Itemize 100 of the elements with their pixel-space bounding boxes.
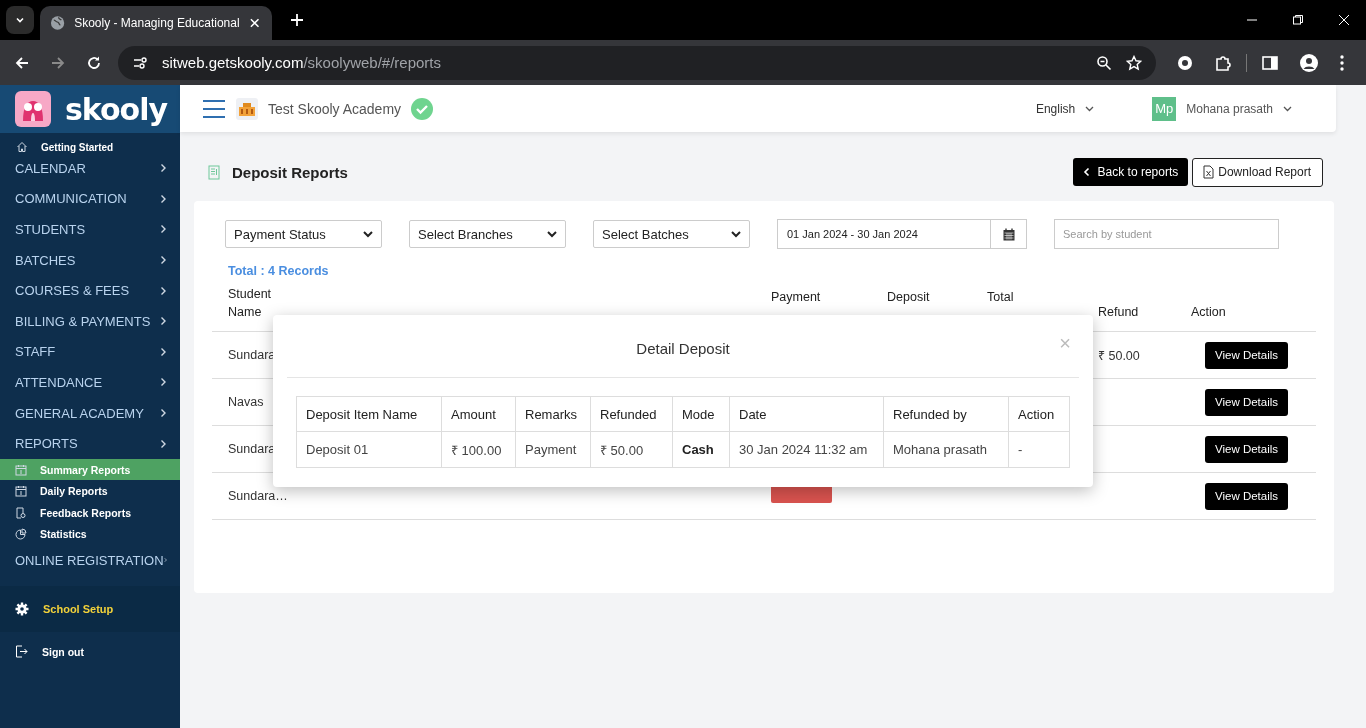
sidebar-menu-item[interactable]: STAFF [0, 336, 180, 368]
view-details-button[interactable]: View Details [1205, 435, 1289, 463]
address-bar[interactable]: sitweb.getskooly.com/skoolyweb/#/reports [118, 45, 1156, 80]
table-cell: Navas [228, 395, 264, 409]
sidebar-item[interactable]: Getting Started [0, 133, 180, 153]
column-header: Action [1008, 396, 1070, 432]
table-cell-text: ₹ 50.00 [1098, 347, 1140, 364]
side-panel-icon[interactable] [1261, 53, 1279, 72]
table-cell: Mohana prasath [883, 431, 1009, 468]
chevron-right-icon [160, 193, 167, 204]
table-cell: Cash [672, 431, 730, 468]
browser-tab[interactable]: Skooly - Managing Educational [40, 6, 272, 40]
puzzle-icon[interactable] [1214, 53, 1232, 72]
user-menu[interactable]: Mp Mohana prasath [1152, 96, 1292, 121]
column-header: Total [987, 289, 1014, 306]
close-icon[interactable] [248, 17, 260, 29]
zoom-icon[interactable] [1096, 54, 1112, 71]
view-details-button[interactable]: View Details [1205, 482, 1289, 510]
sidebar-menu-item[interactable]: COMMUNICATION [0, 183, 180, 215]
sidebar-menu-item[interactable]: ONLINE REGISTRATION [0, 544, 180, 576]
chevron-right-icon [160, 438, 167, 449]
profile-icon[interactable] [1299, 52, 1319, 73]
search-field[interactable]: Search by student [1054, 219, 1279, 249]
tab-list-button[interactable] [6, 6, 34, 34]
sidebar-menu-item[interactable]: COURSES & FEES [0, 275, 180, 306]
view-details-button[interactable]: View Details [1205, 341, 1289, 369]
calendar-button[interactable] [991, 219, 1027, 249]
site-settings-icon[interactable] [132, 54, 148, 71]
school-setup-item[interactable]: School Setup [0, 585, 180, 632]
column-header: Refund [1098, 304, 1139, 321]
document-search-icon [15, 506, 27, 519]
pie-chart-icon [15, 528, 27, 541]
download-report-button[interactable]: Download Report [1192, 157, 1323, 187]
owl-logo-icon [15, 91, 51, 127]
chevron-right-icon [160, 285, 167, 296]
tab-title: Skooly - Managing Educational [74, 16, 240, 30]
sidebar-menu-item[interactable]: BILLING & PAYMENTS [0, 305, 180, 337]
column-header: Refunded by [883, 396, 1009, 432]
total-records: Total : 4 Records [227, 263, 330, 280]
column-header: Student Name [228, 286, 272, 321]
globe-icon [50, 15, 66, 31]
column-header: Remarks [515, 396, 591, 432]
spreadsheet-file-icon [1203, 165, 1215, 179]
date-range-field[interactable]: 01 Jan 2024 - 30 Jan 2024 [777, 219, 991, 249]
chevron-right-icon [160, 377, 167, 388]
filter-dropdown[interactable]: Select Branches [409, 220, 566, 248]
filter-dropdown[interactable]: Select Batches [593, 220, 750, 248]
calendar-icon [15, 485, 27, 498]
sign-out-item[interactable]: Sign out [0, 631, 180, 672]
table-cell: ₹ 100.00 [441, 431, 516, 468]
menu-icon[interactable] [1339, 53, 1345, 72]
menu-icon[interactable] [202, 98, 226, 119]
chevron-right-icon [160, 408, 167, 419]
close-icon[interactable] [1338, 14, 1350, 26]
sign-out-icon [15, 645, 28, 659]
extension-icon[interactable] [1176, 53, 1194, 72]
sidebar-subitem[interactable]: Statistics [0, 523, 180, 545]
table-cell: ₹ 50.00 [590, 431, 673, 468]
school-building-icon [236, 97, 258, 120]
chevron-left-icon [1082, 167, 1090, 177]
sidebar-menu-item[interactable]: CALENDAR [0, 153, 180, 184]
back-to-reports-button[interactable]: Back to reports [1072, 158, 1189, 186]
school-name: Test Skooly Academy [268, 100, 402, 117]
sidebar-subitem[interactable]: Daily Reports [0, 480, 180, 502]
user-avatar: Mp [1152, 96, 1177, 121]
dialog-title: Detail Deposit [636, 340, 730, 357]
column-header: Deposit [887, 289, 930, 306]
sidebar-menu-item[interactable]: REPORTS [0, 428, 180, 459]
column-header: Action [1191, 304, 1226, 321]
filter-dropdown[interactable]: Payment Status [225, 220, 382, 248]
column-header: Refunded [590, 396, 673, 432]
forward-arrow-icon[interactable] [50, 54, 66, 71]
view-details-button[interactable]: View Details [1205, 388, 1289, 416]
table-cell: 30 Jan 2024 11:32 am [729, 431, 884, 468]
chevron-down-icon [363, 230, 373, 238]
report-icon [208, 164, 220, 180]
reload-icon[interactable] [86, 54, 102, 71]
chevron-down-icon [1085, 105, 1095, 112]
sidebar-subitem[interactable]: Feedback Reports [0, 501, 180, 524]
calendar-icon [15, 463, 27, 476]
check-circle-icon [411, 97, 434, 120]
back-arrow-icon[interactable] [14, 54, 30, 71]
sidebar-menu-item[interactable]: STUDENTS [0, 214, 180, 245]
chevron-right-icon [160, 224, 167, 235]
chevron-right-icon [160, 163, 167, 174]
chevron-down-icon [1283, 105, 1292, 112]
sidebar-menu-item[interactable]: BATCHES [0, 244, 180, 276]
restore-icon[interactable] [1292, 14, 1304, 26]
column-header: Payment [771, 289, 821, 306]
chevron-right-icon [160, 255, 167, 266]
page-title: Deposit Reports [232, 163, 348, 181]
sidebar-menu-item[interactable]: ATTENDANCE [0, 367, 180, 398]
table-cell: Payment [515, 431, 591, 468]
column-header: Date [729, 396, 884, 432]
sidebar-menu-item[interactable]: GENERAL ACADEMY [0, 397, 180, 429]
gear-icon [15, 601, 29, 616]
language-dropdown[interactable]: English [1035, 101, 1095, 116]
new-tab-icon[interactable] [290, 13, 304, 27]
star-icon[interactable] [1126, 54, 1142, 71]
table-cell: Sundara… [228, 489, 288, 503]
